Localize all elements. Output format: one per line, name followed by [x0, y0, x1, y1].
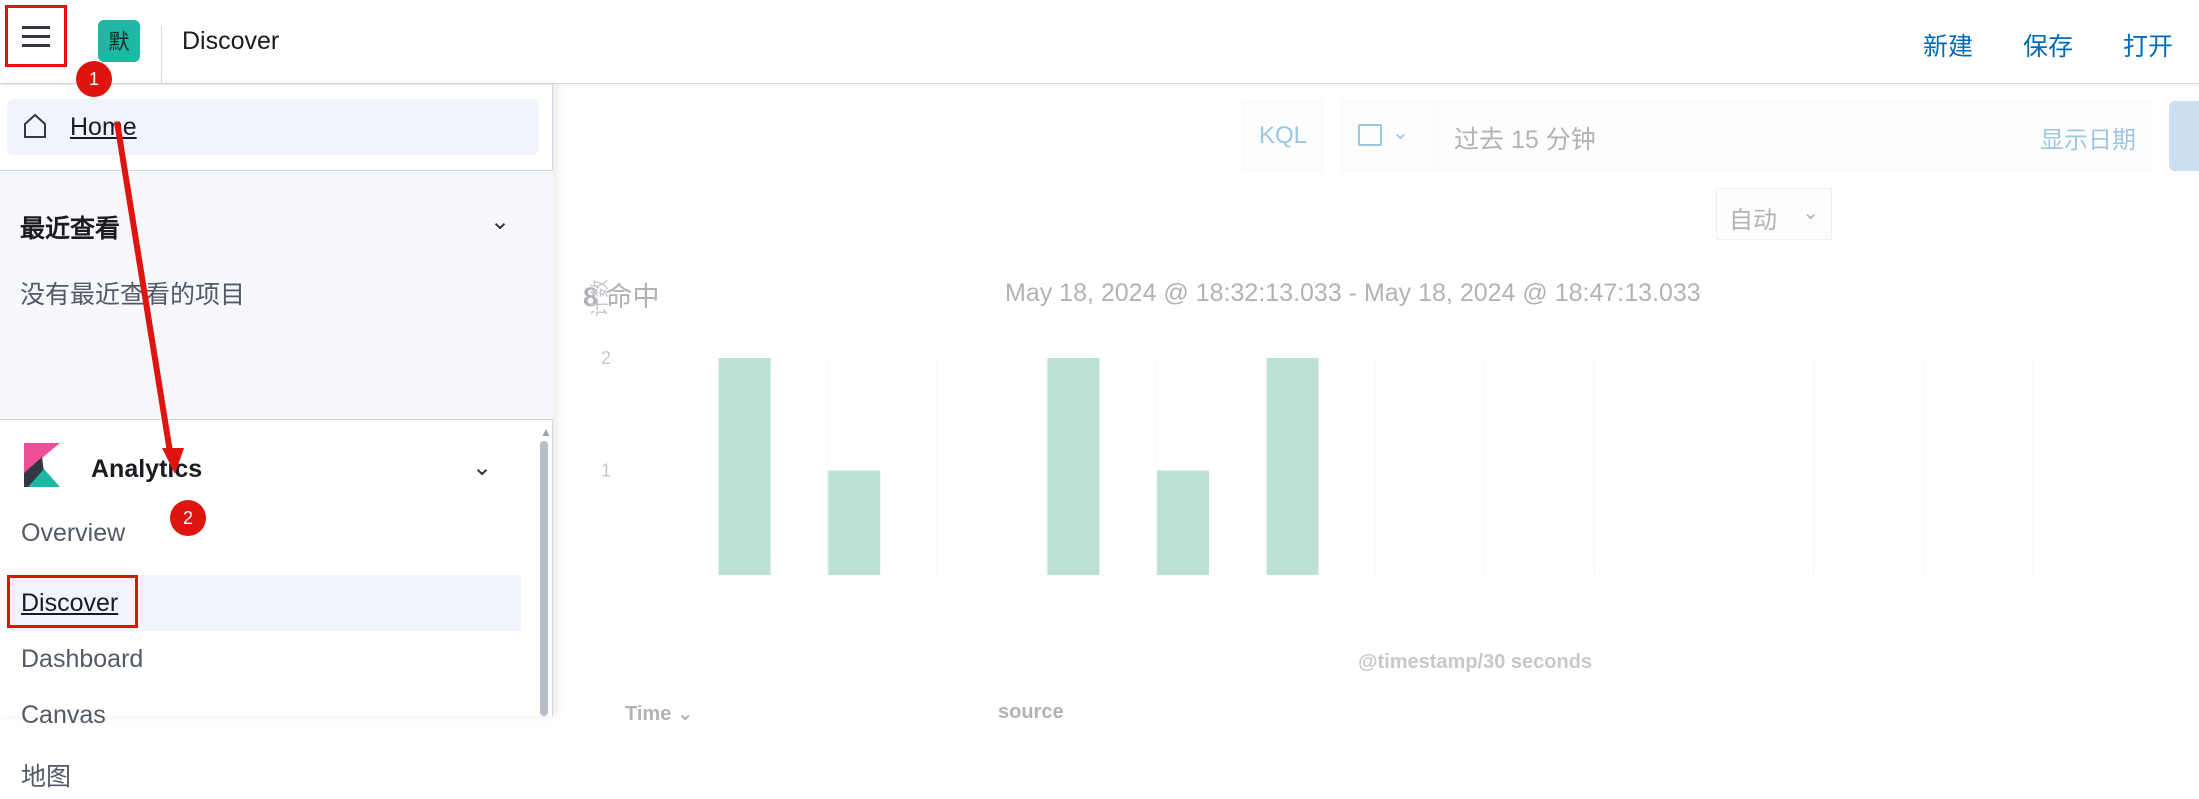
chevron-down-icon[interactable]: ⌄ — [490, 207, 510, 236]
chevron-down-icon: ⌄ — [472, 454, 493, 481]
column-header-source[interactable]: source — [998, 701, 1064, 724]
nav-item-label: 地图 — [21, 763, 72, 791]
discover-highlight-box — [7, 575, 138, 628]
nav-item-overview[interactable]: Overview — [0, 505, 520, 561]
recently-viewed-section: 最近查看 ⌄ 没有最近查看的项目 — [0, 171, 553, 419]
update-button[interactable] — [2169, 101, 2199, 171]
query-bar: KQL ⌄ 过去 15 分钟 显示日期 — [553, 101, 2199, 171]
nav-item-label: Dashboard — [21, 645, 144, 673]
nav-item-label: Canvas — [21, 701, 106, 729]
side-nav-drawer: Home 最近查看 ⌄ 没有最近查看的项目 Analytics ⌄ Overvi… — [0, 85, 553, 791]
histogram-bar[interactable] — [1047, 358, 1100, 575]
nav-item-dashboard[interactable]: Dashboard — [0, 631, 520, 687]
kibana-logo-icon — [24, 443, 60, 487]
histogram-bar[interactable] — [718, 358, 771, 575]
header-divider — [161, 26, 162, 84]
histogram-bar[interactable] — [828, 470, 881, 576]
annotation-badge-1: 1 — [76, 61, 112, 97]
show-dates-link[interactable]: 显示日期 — [2040, 120, 2136, 155]
hamburger-icon — [22, 23, 50, 50]
y-tick-label: 2 — [601, 348, 611, 368]
column-header-time[interactable]: Time ⌄ — [625, 701, 694, 726]
time-range-text[interactable]: 过去 15 分钟 — [1454, 120, 1596, 156]
open-button[interactable]: 打开 — [2123, 27, 2173, 63]
x-axis-title: @timestamp/30 seconds — [1358, 651, 1593, 673]
nav-divider — [0, 419, 553, 420]
y-tick-label: 1 — [601, 461, 611, 481]
annotation-badge-2: 2 — [170, 500, 206, 536]
analytics-title: Analytics — [91, 455, 203, 483]
nav-item-canvas[interactable]: Canvas — [0, 687, 520, 743]
analytics-group-header[interactable]: Analytics ⌄ — [0, 425, 540, 505]
y-tick-label: 0 — [601, 573, 611, 575]
histogram-bar[interactable] — [1157, 470, 1209, 576]
space-avatar[interactable]: 默 — [98, 20, 140, 62]
calendar-icon[interactable] — [1358, 124, 1382, 146]
discover-main: KQL ⌄ 过去 15 分钟 显示日期 8 命中 May 18, 2024 @ … — [553, 85, 2199, 725]
nav-scrollbar[interactable]: ▲ — [538, 425, 552, 716]
scroll-up-icon[interactable]: ▲ — [540, 425, 552, 439]
recently-viewed-title[interactable]: 最近查看 — [20, 209, 120, 245]
save-button[interactable]: 保存 — [2023, 27, 2073, 63]
nav-home-label: Home — [70, 113, 137, 141]
home-icon — [24, 113, 46, 138]
chevron-down-icon: ⌄ — [1392, 122, 1409, 144]
date-picker[interactable]: ⌄ 过去 15 分钟 显示日期 — [1341, 101, 2151, 171]
nav-item-label: Overview — [21, 519, 126, 547]
histogram-chart: 18:33:0018:34:0018:35:0018:36:0018:37:00… — [601, 348, 2034, 576]
scroll-thumb[interactable] — [540, 441, 548, 716]
histogram-bar[interactable] — [1266, 358, 1319, 575]
nav-item-maps[interactable]: 地图 — [0, 743, 520, 799]
date-picker-divider — [1434, 102, 1435, 170]
menu-toggle-button[interactable] — [5, 5, 67, 67]
nav-home[interactable]: Home — [7, 99, 539, 155]
top-header: 默 Discover 新建 保存 打开 — [0, 0, 2199, 84]
kql-toggle[interactable]: KQL — [1243, 101, 1323, 171]
breadcrumb-discover: Discover — [182, 27, 280, 55]
top-actions: 新建 保存 打开 — [1923, 27, 2173, 63]
recently-viewed-empty: 没有最近查看的项目 — [20, 281, 246, 309]
new-button[interactable]: 新建 — [1923, 27, 1973, 63]
